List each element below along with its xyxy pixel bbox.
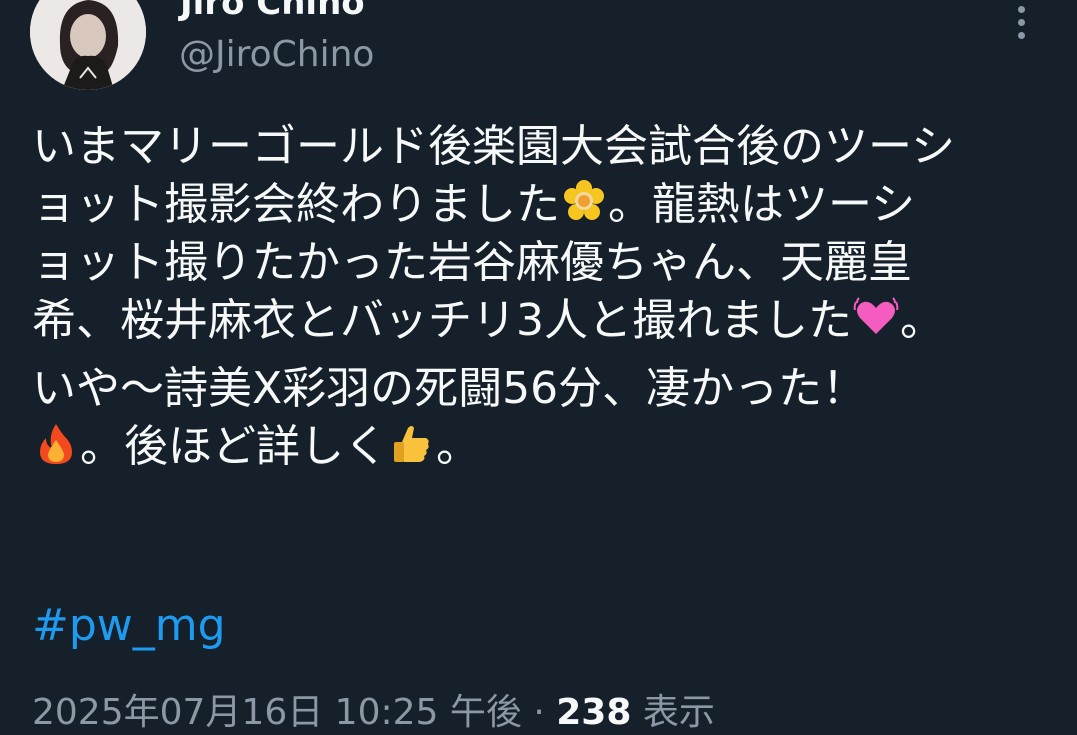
- more-vertical-icon: [1017, 5, 1025, 13]
- more-vertical-icon-dot: [1017, 18, 1025, 26]
- blossom-emoji: [560, 178, 608, 226]
- tweet-line-text: 。: [900, 295, 944, 346]
- views-count: 238: [556, 692, 632, 733]
- author-handle[interactable]: @JiroChino: [179, 34, 374, 75]
- beating-heart-emoji: [852, 294, 900, 342]
- tweet-line-text: いや〜詩美X彩羽の死闘56分、凄かった！: [32, 363, 867, 414]
- more-vertical-icon-dot: [1017, 31, 1025, 39]
- tweet-line: ョット撮影会終わりました 。龍熱はツーシ: [32, 176, 1052, 234]
- tweet-line-text: ョット撮りたかった岩谷麻優ちゃん、天麗皇: [32, 237, 912, 288]
- more-options-button[interactable]: [1004, 2, 1038, 42]
- tweet-line: ョット撮りたかった岩谷麻優ちゃん、天麗皇: [32, 234, 1052, 292]
- profile-photo: [30, 0, 146, 90]
- author-display-name[interactable]: Jiro Chino: [180, 0, 365, 23]
- tweet-text: いまマリーゴールド後楽園大会試合後のツーシ ョット撮影会終わりました 。龍熱はツ…: [32, 118, 1052, 476]
- meta-separator: ·: [521, 692, 557, 733]
- tweet-line-text: いまマリーゴールド後楽園大会試合後のツーシ: [32, 121, 956, 172]
- views-label: 表示: [631, 692, 715, 733]
- tweet-line-text: 。龍熱はツーシ: [608, 179, 916, 230]
- tweet-line: いまマリーゴールド後楽園大会試合後のツーシ: [32, 118, 1052, 176]
- tweet-line: 。後ほど詳しく 。: [32, 418, 1052, 476]
- hashtag-link[interactable]: #pw_mg: [32, 600, 226, 651]
- tweet-line-text: 。: [436, 421, 480, 472]
- fire-emoji: [32, 420, 80, 468]
- tweet-line: 希、桜井麻衣とバッチリ3人と撮れました 。: [32, 292, 1052, 350]
- tweet-line-text: ョット撮影会終わりました: [32, 179, 560, 230]
- timestamp[interactable]: 2025年07月16日 10:25 午後: [32, 692, 522, 733]
- avatar[interactable]: [30, 0, 146, 90]
- thumbs-up-emoji: [388, 420, 436, 468]
- tweet-meta: 2025年07月16日 10:25 午後 · 238 表示: [32, 683, 715, 735]
- tweet-line-text: 希、桜井麻衣とバッチリ3人と撮れました: [32, 295, 852, 346]
- tweet-line: いや〜詩美X彩羽の死闘56分、凄かった！: [32, 360, 1052, 418]
- tweet-line-text: 。後ほど詳しく: [80, 421, 388, 472]
